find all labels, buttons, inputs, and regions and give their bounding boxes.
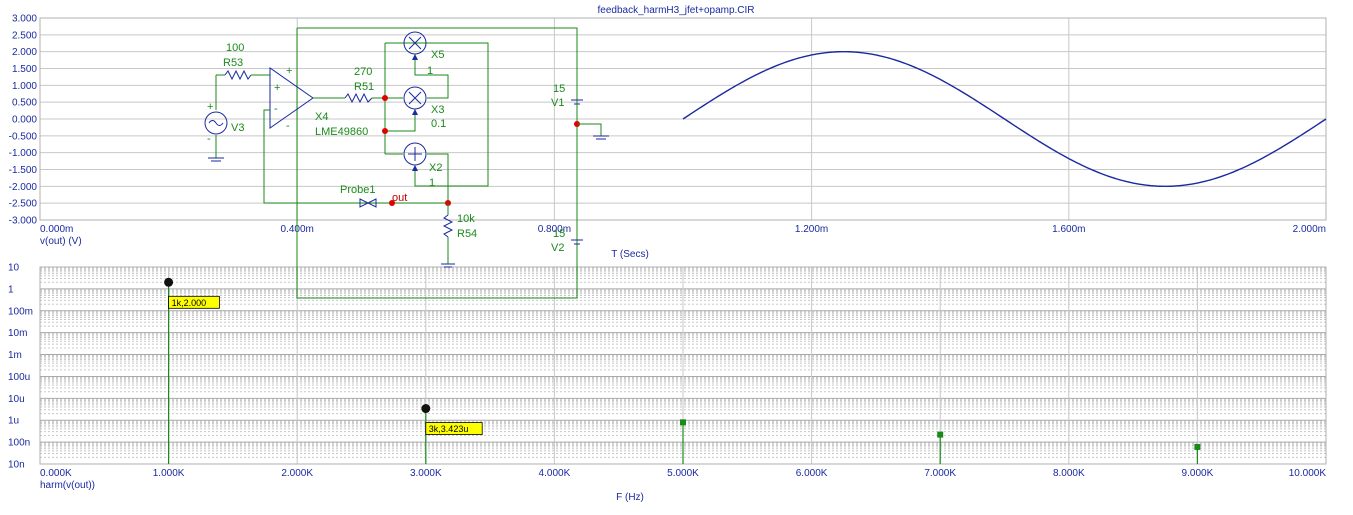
- node-dot: [382, 128, 388, 134]
- cursor-label: 3k,3.423u: [429, 424, 469, 434]
- x2-value: 1: [429, 177, 435, 189]
- harmonic-annotations: 1k,2.000 3k,3.423u: [164, 277, 483, 435]
- harmonic-x-tick-label: 8.000K: [1053, 468, 1085, 479]
- cursor-marker-dot[interactable]: [164, 277, 174, 287]
- x3-name: X3: [431, 104, 444, 116]
- v1-name: V1: [551, 97, 564, 109]
- r51-value: 270: [354, 66, 372, 78]
- harmonic-plot[interactable]: 10 1 100m 10m 1m 100u 10u 1u 100n 10n 0.000K 1.000…: [8, 263, 1327, 504]
- probe-name: Probe1: [340, 184, 375, 196]
- x2-name: X2: [429, 162, 442, 174]
- transient-y-ticks: 3.000 2.500 2.000 1.500 1.000 0.500 0.000 -0.50…: [9, 14, 38, 227]
- r53-value: 100: [226, 42, 244, 54]
- harmonic-bar-cap: [680, 419, 686, 426]
- transient-x-tick-label: 0.000m: [40, 224, 73, 235]
- v3-minus-label: -: [207, 133, 211, 145]
- x3-wire: [385, 109, 416, 132]
- harmonic-x-ticks: 0.000K 1.000K 2.000K 3.000K 4.000K 5.000K 6.00…: [40, 468, 1326, 479]
- transient-y-tick-label: -0.500: [9, 131, 38, 142]
- harmonic-x-tick-label: 1.000K: [153, 468, 185, 479]
- harmonic-x-tick-label: 2.000K: [281, 468, 313, 479]
- transient-x-tick-label: 2.000m: [1293, 224, 1326, 235]
- v2-value: 15: [553, 228, 565, 240]
- r54-value: 10k: [457, 213, 475, 225]
- transient-y-tick-label: 3.000: [12, 14, 37, 25]
- x5-arrow-icon: [412, 54, 418, 60]
- opamp-vminus-label: -: [286, 120, 290, 132]
- plus-glyph-icon: [408, 147, 422, 161]
- harmonic-x-tick-label: 3.000K: [410, 468, 442, 479]
- harmonic-y-axis-label: harm(v(out)): [40, 480, 95, 491]
- x5-name: X5: [431, 49, 444, 61]
- transient-x-tick-label: 1.200m: [795, 224, 828, 235]
- opamp-minus-label: -: [274, 103, 278, 115]
- x3-arrow-icon: [412, 109, 418, 115]
- cursor-marker-dot[interactable]: [421, 404, 431, 414]
- x2-arrow-icon: [412, 165, 418, 171]
- harmonic-y-tick-label: 10u: [8, 394, 25, 405]
- x4-part: LME49860: [315, 126, 368, 138]
- harmonic-x-tick-label: 7.000K: [924, 468, 956, 479]
- harmonic-x-tick-label: 6.000K: [796, 468, 828, 479]
- r51-resistor-icon: [344, 92, 373, 104]
- harmonic-x-axis-label: F (Hz): [616, 492, 644, 503]
- window-title: feedback_harmH3_jfet+opamp.CIR: [597, 5, 754, 16]
- harmonic-y-tick-label: 100n: [8, 438, 30, 449]
- r54-resistor-icon: [442, 214, 454, 238]
- harmonic-y-tick-label: 10n: [8, 460, 25, 471]
- node-dot: [382, 95, 388, 101]
- x5-value: 1: [427, 65, 433, 77]
- harmonic-y-tick-label: 100m: [8, 306, 33, 317]
- x3-value: 0.1: [431, 118, 446, 130]
- transient-y-tick-label: -2.500: [9, 199, 38, 210]
- transient-y-tick-label: 1.500: [12, 64, 37, 75]
- harmonic-y-tick-label: 10m: [8, 328, 27, 339]
- transient-x-axis-label: T (Secs): [611, 249, 649, 260]
- x4-name: X4: [315, 111, 328, 123]
- harmonic-x-tick-label: 9.000K: [1182, 468, 1214, 479]
- r53-name: R53: [223, 57, 243, 69]
- harmonic-bar-cap: [937, 431, 944, 438]
- out-label: out: [392, 192, 407, 204]
- transient-x-tick-label: 1.600m: [1052, 224, 1085, 235]
- harmonic-bar-cap: [1194, 443, 1201, 450]
- harmonic-y-tick-label: 100u: [8, 372, 30, 383]
- transient-y-tick-label: -1.000: [9, 148, 38, 159]
- r53-resistor-icon: [224, 69, 252, 81]
- v3-label: V3: [231, 122, 244, 134]
- transient-y-tick-label: 0.500: [12, 98, 37, 109]
- v1-value: 15: [553, 83, 565, 95]
- harmonic-x-tick-label: 10.000K: [1289, 468, 1327, 479]
- transient-y-tick-label: -2.000: [9, 182, 38, 193]
- harmonic-x-tick-label: 4.000K: [539, 468, 571, 479]
- opamp-vplus-label: +: [286, 65, 292, 77]
- r54-name: R54: [457, 228, 477, 240]
- harmonic-y-tick-label: 1: [8, 284, 14, 295]
- transient-y-tick-label: -3.000: [9, 216, 38, 227]
- transient-y-tick-label: 0.000: [12, 115, 37, 126]
- harmonic-y-ticks: 10 1 100m 10m 1m 100u 10u 1u 100n 10n: [8, 263, 33, 471]
- transient-y-tick-label: 2.500: [12, 30, 37, 41]
- harmonic-y-tick-label: 10: [8, 263, 20, 274]
- transient-y-tick-label: 2.000: [12, 47, 37, 58]
- sine-glyph-icon: [208, 120, 224, 126]
- harmonic-y-tick-label: 1m: [8, 350, 22, 361]
- transient-x-ticks: 0.000m 0.400m 0.800m 1.200m 1.600m 2.000m: [40, 224, 1326, 235]
- harmonic-x-tick-label: 5.000K: [667, 468, 699, 479]
- transient-y-tick-label: -1.500: [9, 165, 38, 176]
- harmonic-y-tick-label: 1u: [8, 416, 19, 427]
- v2-name: V2: [551, 242, 564, 254]
- waveform-window: feedback_harmH3_jfet+opamp.CIR 3.000 2.50…: [8, 5, 1327, 504]
- opamp-plus-label: +: [274, 82, 280, 94]
- transient-y-axis-label: v(out) (V): [40, 236, 82, 247]
- cursor-label: 1k,2.000: [172, 298, 207, 308]
- v3-plus-label: +: [207, 101, 213, 113]
- r51-name: R51: [354, 81, 374, 93]
- harmonic-x-tick-label: 0.000K: [40, 468, 72, 479]
- transient-y-tick-label: 1.000: [12, 81, 37, 92]
